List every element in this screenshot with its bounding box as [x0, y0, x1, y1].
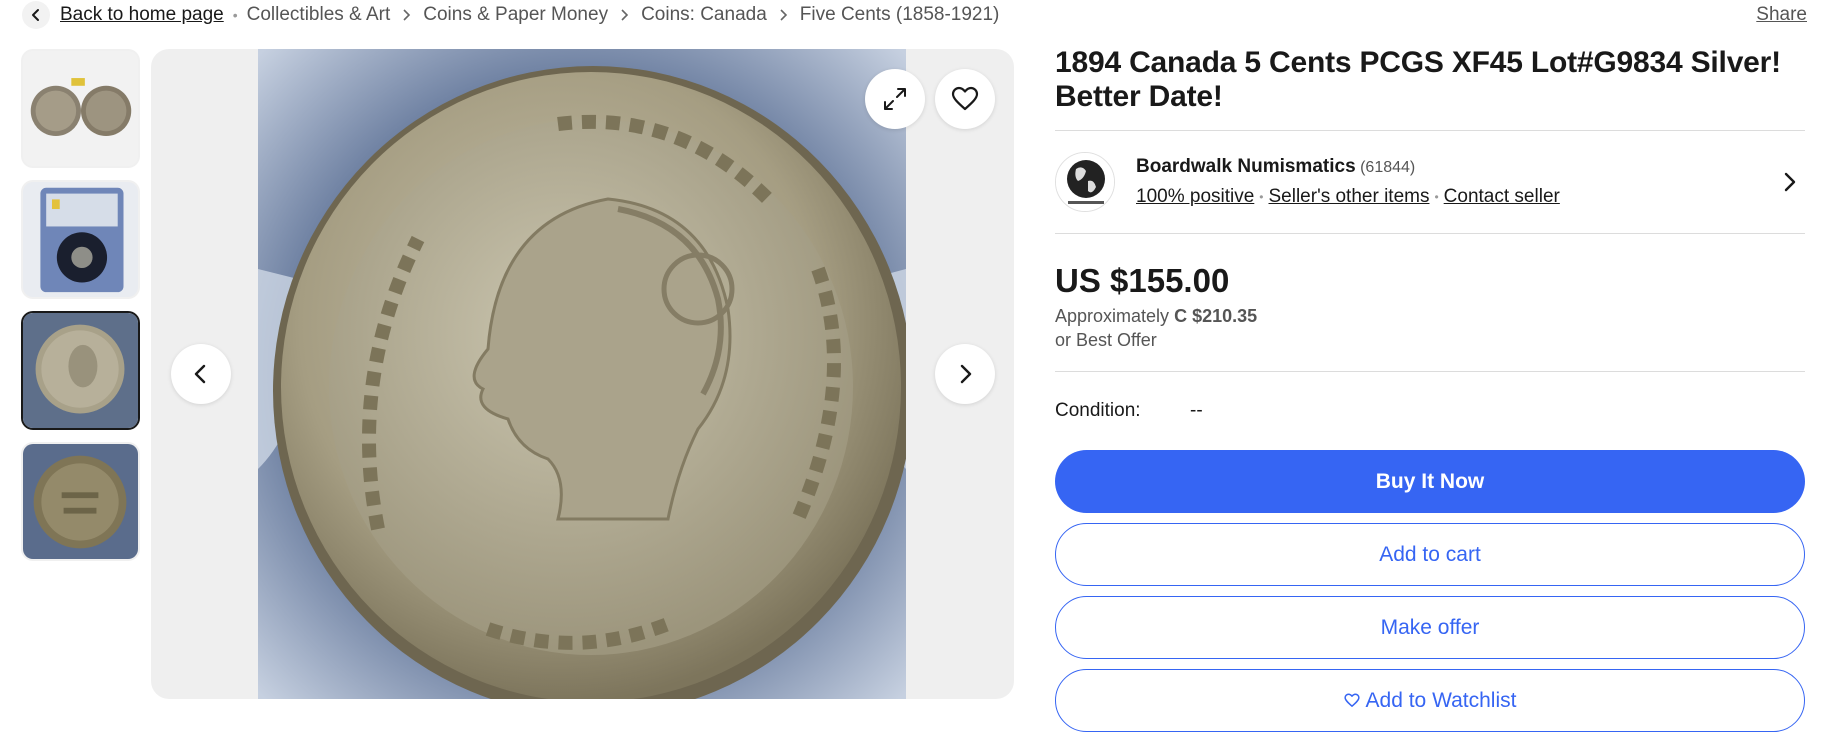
breadcrumb-item-coins-paper-money[interactable]: Coins & Paper Money [423, 4, 608, 26]
seller-name-row: Boardwalk Numismatics (61844) [1136, 156, 1775, 178]
chevron-left-icon [194, 364, 206, 384]
graded-slab-thumbnail-image [23, 182, 138, 297]
chevron-right-icon [402, 9, 411, 21]
chevron-right-icon [960, 364, 972, 384]
seller-other-items-link[interactable]: Seller's other items [1269, 186, 1430, 208]
seller-logo-avatar[interactable] [1055, 152, 1115, 212]
chevron-right-icon [779, 9, 788, 21]
expand-icon [884, 88, 906, 110]
breadcrumb-dot-separator: • [232, 7, 238, 23]
share-link[interactable]: Share [1756, 4, 1807, 26]
add-to-cart-button[interactable]: Add to cart [1055, 523, 1805, 586]
seller-feedback-count: (61844) [1360, 159, 1416, 176]
thumbnail-1[interactable] [21, 49, 140, 168]
breadcrumb-item-coins-canada[interactable]: Coins: Canada [641, 4, 767, 26]
expand-image-button[interactable] [865, 69, 925, 129]
back-arrow-icon[interactable] [22, 1, 50, 29]
breadcrumb-item-five-cents[interactable]: Five Cents (1858-1921) [800, 4, 1000, 26]
next-image-button[interactable] [935, 344, 995, 404]
back-to-home-link[interactable]: Back to home page [60, 4, 224, 26]
heart-icon [1343, 693, 1360, 708]
breadcrumb: Back to home page • Collectibles & Art C… [22, 0, 1807, 30]
thumbnail-2[interactable] [21, 180, 140, 299]
best-offer-text: or Best Offer [1055, 330, 1157, 350]
globe-logo-icon [1056, 153, 1114, 211]
item-details-panel: 1894 Canada 5 Cents PCGS XF45 Lot#G9834 … [1055, 46, 1805, 737]
watchlist-label: Add to Watchlist [1365, 688, 1517, 712]
previous-image-button[interactable] [171, 344, 231, 404]
coin-main-photo [258, 49, 906, 699]
condition-value: -- [1190, 400, 1203, 421]
seller-info: Boardwalk Numismatics (61844) 100% posit… [1136, 156, 1775, 208]
buy-it-now-button[interactable]: Buy It Now [1055, 450, 1805, 513]
two-coins-thumbnail-image [23, 51, 138, 166]
make-offer-button[interactable]: Make offer [1055, 596, 1805, 659]
seller-links: 100% positive • Seller's other items • C… [1136, 186, 1775, 208]
obverse-coin-thumbnail-image [23, 313, 138, 428]
item-title: 1894 Canada 5 Cents PCGS XF45 Lot#G9834 … [1055, 46, 1781, 113]
favorite-button[interactable] [935, 69, 995, 129]
approx-label: Approximately [1055, 306, 1170, 326]
thumbnail-3[interactable] [21, 311, 140, 430]
reverse-coin-thumbnail-image [23, 444, 138, 559]
price-block: US $155.00 Approximately C $210.35 or Be… [1055, 234, 1805, 371]
dot-separator: • [1434, 190, 1439, 204]
breadcrumb-item-collectibles[interactable]: Collectibles & Art [247, 4, 391, 26]
chevron-right-icon [620, 9, 629, 21]
seller-positive-feedback-link[interactable]: 100% positive [1136, 186, 1254, 208]
item-price: US $155.00 [1055, 262, 1230, 299]
add-to-watchlist-button[interactable]: Add to Watchlist [1055, 669, 1805, 732]
approx-price: Approximately C $210.35 [1055, 306, 1805, 327]
heart-icon [951, 86, 979, 111]
seller-chevron-right-icon[interactable] [1775, 171, 1805, 193]
main-image-viewer[interactable] [151, 49, 1014, 699]
approx-value: C $210.35 [1174, 306, 1258, 326]
condition-row: Condition: -- [1055, 372, 1805, 450]
seller-card: Boardwalk Numismatics (61844) 100% posit… [1055, 131, 1805, 233]
seller-name[interactable]: Boardwalk Numismatics [1136, 156, 1356, 177]
condition-label: Condition: [1055, 400, 1141, 421]
dot-separator: • [1259, 190, 1264, 204]
contact-seller-link[interactable]: Contact seller [1444, 186, 1560, 208]
thumbnail-strip [21, 49, 140, 573]
thumbnail-4[interactable] [21, 442, 140, 561]
